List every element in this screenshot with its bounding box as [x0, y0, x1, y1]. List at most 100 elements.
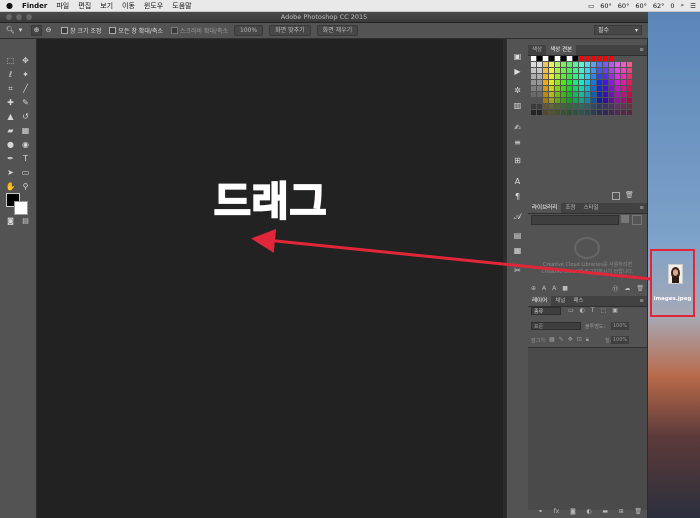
swatch[interactable]: [597, 92, 602, 97]
swatch[interactable]: [585, 98, 590, 103]
lock-pixels-icon[interactable]: ✎: [559, 336, 564, 344]
swatch[interactable]: [603, 68, 608, 73]
swatch[interactable]: [531, 80, 536, 85]
swatch[interactable]: [537, 62, 542, 67]
marquee-tool-icon[interactable]: ⬚: [5, 55, 16, 66]
swatch[interactable]: [591, 80, 596, 85]
swatch[interactable]: [621, 110, 626, 115]
swatch[interactable]: [549, 68, 554, 73]
swatch[interactable]: [597, 62, 602, 67]
swatch[interactable]: [585, 56, 590, 61]
layer-style-icon[interactable]: fx: [554, 508, 560, 516]
swatch[interactable]: [591, 74, 596, 79]
search-icon[interactable]: ⌕: [681, 1, 685, 10]
brush-tool-icon[interactable]: ✎: [20, 97, 31, 108]
swatch[interactable]: [591, 62, 596, 67]
lock-all-icon[interactable]: 🔒︎: [586, 336, 589, 344]
swatch[interactable]: [543, 98, 548, 103]
swatch[interactable]: [567, 110, 572, 115]
status-value-1[interactable]: 60°: [600, 2, 612, 10]
swatch[interactable]: [555, 86, 560, 91]
swatch[interactable]: [603, 110, 608, 115]
blend-mode-select[interactable]: 표준: [531, 322, 581, 330]
swatch[interactable]: [621, 92, 626, 97]
gradient-tool-icon[interactable]: ▦: [20, 125, 31, 136]
add-character-style-icon[interactable]: A: [542, 285, 546, 292]
swatch[interactable]: [531, 62, 536, 67]
swatch[interactable]: [597, 104, 602, 109]
swatch[interactable]: [537, 104, 542, 109]
add-graphic-icon[interactable]: ⊕: [531, 285, 536, 292]
swatch[interactable]: [555, 104, 560, 109]
opacity-input[interactable]: 100%: [611, 322, 629, 330]
swatch[interactable]: [597, 74, 602, 79]
swatch[interactable]: [573, 92, 578, 97]
swatch[interactable]: [615, 110, 620, 115]
status-value-3[interactable]: 60°: [635, 2, 647, 10]
swatch[interactable]: [573, 98, 578, 103]
tab-libraries[interactable]: 라이브러리: [528, 203, 562, 213]
adjustment-filter-icon[interactable]: ◐: [580, 307, 585, 315]
panel-menu-icon[interactable]: ≡: [639, 205, 644, 211]
swatch[interactable]: [567, 104, 572, 109]
swatch[interactable]: [579, 56, 584, 61]
close-button[interactable]: [6, 14, 12, 20]
swatch[interactable]: [549, 98, 554, 103]
glyphs-icon[interactable]: 𝒜: [512, 211, 523, 222]
swatch[interactable]: [543, 86, 548, 91]
swatch[interactable]: [543, 92, 548, 97]
blur-tool-icon[interactable]: ●: [5, 139, 16, 150]
swatch[interactable]: [573, 56, 578, 61]
new-layer-icon[interactable]: ⊞: [619, 508, 624, 516]
swatch[interactable]: [531, 110, 536, 115]
tab-channels[interactable]: 채널: [551, 296, 569, 306]
swatch[interactable]: [537, 68, 542, 73]
menu-view[interactable]: 보기: [100, 1, 113, 11]
swatch[interactable]: [621, 74, 626, 79]
swatch[interactable]: [603, 98, 608, 103]
smart-object-filter-icon[interactable]: ▣: [612, 307, 618, 315]
sync-count-icon[interactable]: ⑪: [612, 284, 618, 293]
swatch[interactable]: [627, 68, 632, 73]
tool-presets-icon[interactable]: ✂: [512, 265, 523, 276]
trash-icon[interactable]: 🗑︎: [625, 191, 634, 199]
clone-source-icon[interactable]: ⊞: [512, 155, 523, 166]
tab-swatches[interactable]: 색상 견본: [546, 45, 577, 55]
swatch[interactable]: [597, 110, 602, 115]
swatch[interactable]: [555, 62, 560, 67]
trash-icon[interactable]: 🗑︎: [636, 285, 644, 292]
layers-list[interactable]: [528, 347, 647, 510]
list-view-icon[interactable]: [632, 215, 642, 225]
swatch[interactable]: [561, 104, 566, 109]
status-value-4[interactable]: 62°: [653, 2, 665, 10]
swatch[interactable]: [627, 92, 632, 97]
swatch[interactable]: [561, 98, 566, 103]
menu-file[interactable]: 파일: [56, 1, 69, 11]
hand-tool-icon[interactable]: ✋: [5, 181, 16, 192]
swatch[interactable]: [597, 56, 602, 61]
file-icon-images-jpeg[interactable]: images.jpeg: [650, 249, 695, 317]
swatch[interactable]: [627, 62, 632, 67]
swatch[interactable]: [579, 86, 584, 91]
swatch[interactable]: [627, 104, 632, 109]
fill-screen-button[interactable]: 화면 채우기: [316, 25, 359, 36]
add-color-icon[interactable]: ■: [562, 285, 568, 292]
swatch[interactable]: [621, 80, 626, 85]
swatch[interactable]: [537, 74, 542, 79]
swatch[interactable]: [579, 110, 584, 115]
swatch[interactable]: [549, 92, 554, 97]
swatch[interactable]: [591, 92, 596, 97]
paragraph-panel-icon[interactable]: ¶: [512, 191, 523, 202]
swatch[interactable]: [621, 98, 626, 103]
swatch[interactable]: [609, 74, 614, 79]
swatch[interactable]: [603, 86, 608, 91]
swatch[interactable]: [573, 86, 578, 91]
swatch[interactable]: [537, 98, 542, 103]
zoom-in-icon[interactable]: ⊕: [31, 25, 42, 36]
swatch[interactable]: [543, 110, 548, 115]
history-icon[interactable]: ▣: [512, 51, 523, 62]
swatch[interactable]: [561, 110, 566, 115]
zoom-all-checkbox[interactable]: [109, 27, 117, 34]
swatch[interactable]: [615, 104, 620, 109]
swatch[interactable]: [537, 92, 542, 97]
